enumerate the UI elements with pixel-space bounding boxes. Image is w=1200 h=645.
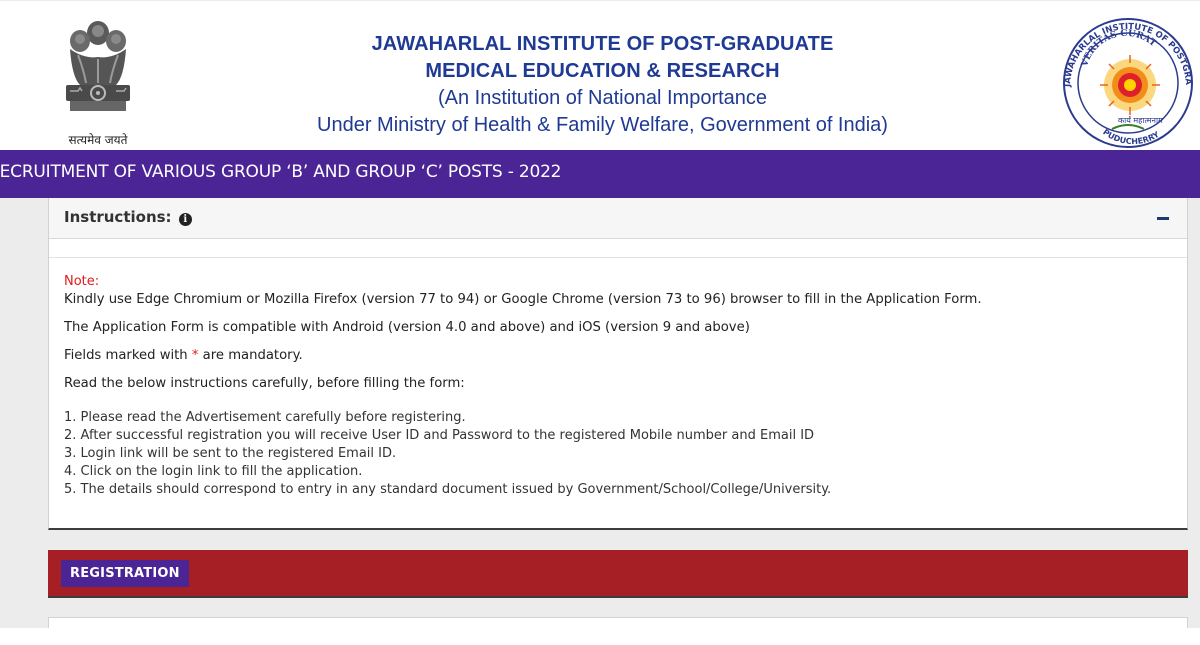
jipmer-seal-logo: JAWAHARLAL INSTITUTE OF POSTGRADUATE MED… — [1052, 17, 1200, 149]
instruction-step: 5. The details should correspond to entr… — [64, 482, 832, 497]
seal-icon: JAWAHARLAL INSTITUTE OF POSTGRADUATE MED… — [1052, 17, 1193, 148]
institute-ministry-line: Under Ministry of Health & Family Welfar… — [317, 114, 888, 136]
recruitment-title: RECRUITMENT OF VARIOUS GROUP ‘B’ AND GRO… — [0, 162, 562, 182]
institute-status-line: (An Institution of National Importance — [437, 87, 768, 109]
note-label: Note: — [64, 274, 100, 289]
recruitment-title-bar: RECRUITMENT OF VARIOUS GROUP ‘B’ AND GRO… — [0, 150, 1200, 198]
browser-note: Kindly use Edge Chromium or Mozilla Fire… — [64, 292, 982, 307]
instructions-panel-header[interactable]: Instructions: i — [49, 198, 1187, 239]
instruction-step: 2. After successful registration you wil… — [64, 428, 815, 443]
mandatory-prefix: Fields marked with — [64, 348, 188, 363]
instructions-title-text: Instructions: — [64, 208, 172, 226]
info-circle-icon: i — [178, 213, 192, 226]
mandatory-note: Fields marked with * are mandatory. — [64, 348, 303, 363]
registration-bar: REGISTRATION — [48, 550, 1188, 598]
page-bottom-strip — [0, 628, 1200, 645]
read-instructions-note: Read the below instructions carefully, b… — [64, 376, 465, 391]
panel-divider — [49, 257, 1187, 258]
instruction-steps-list: 1. Please read the Advertisement careful… — [64, 409, 831, 499]
seal-inner-text: कार्यं महात्मनाम — [1118, 115, 1163, 125]
institute-name-line2: MEDICAL EDUCATION & RESEARCH — [425, 60, 780, 82]
registration-button[interactable]: REGISTRATION — [61, 560, 189, 587]
compatibility-note: The Application Form is compatible with … — [64, 320, 750, 335]
lion-capital-icon — [66, 21, 130, 111]
institute-name-line1: JAWAHARLAL INSTITUTE OF POST-GRADUATE — [371, 33, 834, 55]
site-header: सत्यमेव जयते JAWAHARLAL INSTITUTE OF POS… — [0, 0, 1200, 151]
collapse-minus-icon[interactable] — [1157, 210, 1169, 224]
instruction-step: 3. Login link will be sent to the regist… — [64, 446, 397, 461]
instructions-title: Instructions: i — [64, 208, 192, 226]
instruction-step: 1. Please read the Advertisement careful… — [64, 410, 466, 425]
national-emblem: सत्यमेव जयते — [48, 19, 148, 149]
mandatory-suffix: are mandatory. — [202, 348, 303, 363]
instructions-panel: Instructions: i Note: Kindly use Edge Ch… — [48, 198, 1188, 530]
required-star: * — [191, 348, 199, 363]
instruction-step: 4. Click on the login link to fill the a… — [64, 464, 363, 479]
emblem-caption: सत्यमेव जयते — [68, 133, 128, 147]
institute-name-block: JAWAHARLAL INSTITUTE OF POST-GRADUATE ME… — [290, 31, 915, 139]
